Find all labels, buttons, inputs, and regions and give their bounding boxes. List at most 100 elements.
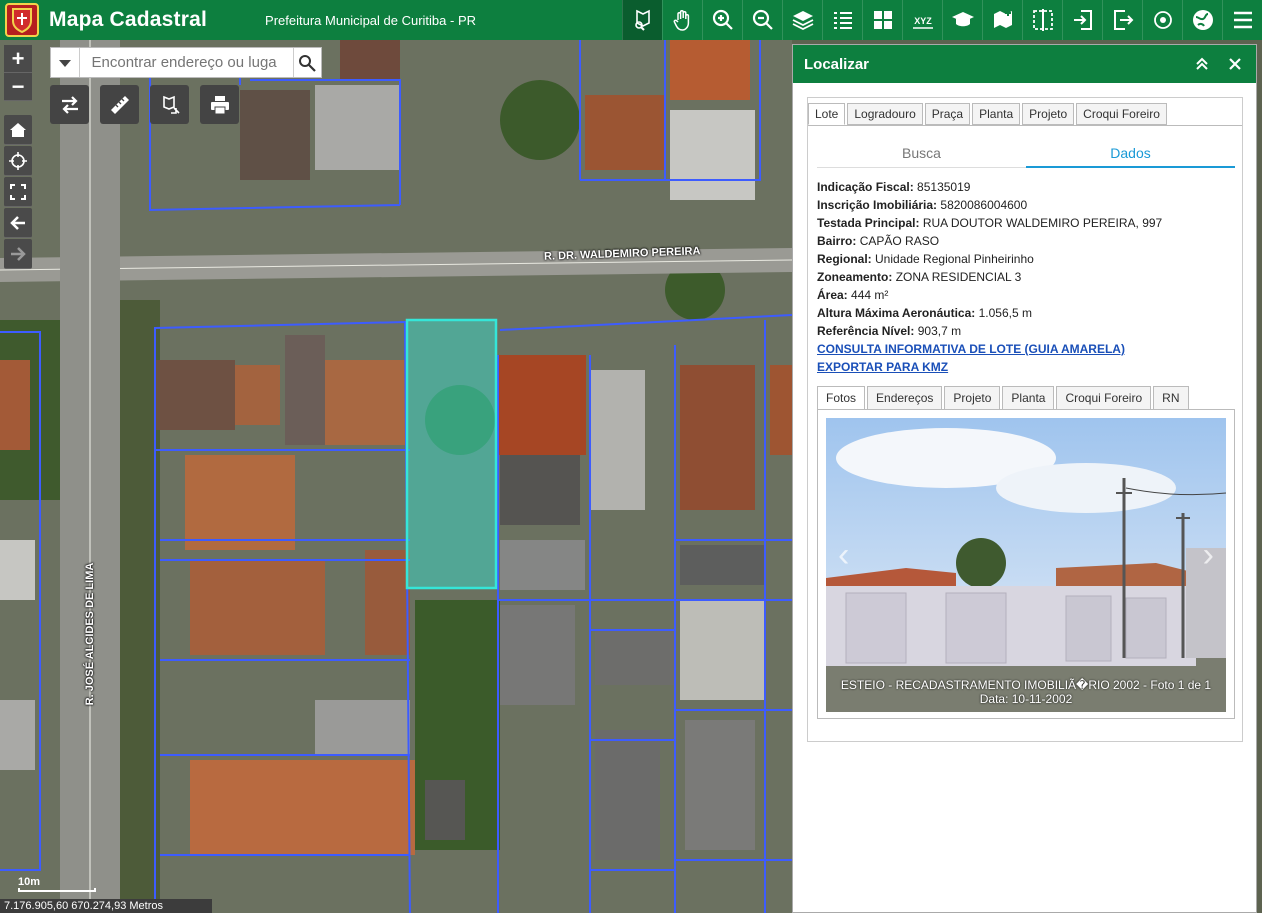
toolbar: XYZ	[622, 0, 1262, 40]
collapse-chevrons-up-icon[interactable]	[1194, 56, 1210, 72]
field-regional: Regional: Unidade Regional Pinheirinho	[817, 252, 1034, 266]
field-indicacao-fiscal: Indicação Fiscal: 85135019	[817, 180, 971, 194]
app-title: Mapa Cadastral	[49, 8, 208, 31]
xyz-coordinates-icon[interactable]: XYZ	[902, 0, 942, 40]
export-kmz-link[interactable]: EXPORTAR PARA KMZ	[817, 358, 1235, 376]
selected-parcel[interactable]	[405, 318, 498, 590]
tab-projeto[interactable]: Projeto	[1022, 103, 1075, 125]
tab-croqui-foreiro[interactable]: Croqui Foreiro	[1076, 103, 1167, 125]
tab-enderecos[interactable]: Endereços	[867, 386, 943, 410]
crosshair-icon	[9, 151, 27, 170]
sign-in-icon[interactable]	[1062, 0, 1102, 40]
localizar-panel: Localizar Lote Logradouro Praça Planta P…	[792, 44, 1257, 913]
search-input[interactable]	[79, 53, 293, 72]
pan-hand-icon[interactable]	[662, 0, 702, 40]
subtab-busca[interactable]: Busca	[817, 138, 1026, 168]
basemap-grid-icon[interactable]	[862, 0, 902, 40]
zoom-out-icon[interactable]	[742, 0, 782, 40]
printer-icon	[210, 95, 229, 114]
tab-projeto-media[interactable]: Projeto	[944, 386, 1001, 410]
property-photo: ‹ › ESTEIO - RECADASTRAMENTO IMOBILIÃ�RI…	[826, 418, 1226, 712]
zoom-controls: + −	[4, 45, 32, 101]
previous-extent-button[interactable]	[4, 208, 32, 238]
panel-header: Localizar	[793, 45, 1256, 83]
field-testada-principal: Testada Principal: RUA DOUTOR WALDEMIRO …	[817, 216, 1163, 230]
field-area: Área: 444 m²	[817, 288, 889, 302]
tab-logradouro[interactable]: Logradouro	[847, 103, 923, 125]
search-source-dropdown[interactable]	[51, 48, 80, 77]
photo-caption-title: ESTEIO - RECADASTRAMENTO IMOBILIÃ�RIO 20…	[840, 678, 1212, 692]
sign-out-icon[interactable]	[1102, 0, 1142, 40]
measure-button[interactable]	[100, 85, 139, 124]
identify-icon[interactable]	[622, 0, 662, 40]
home-button[interactable]	[4, 115, 32, 145]
print-button[interactable]	[200, 85, 239, 124]
tab-divider	[808, 125, 1242, 126]
scale-label: 10m	[18, 876, 41, 888]
tab-lote[interactable]: Lote	[808, 103, 846, 125]
identify-map-button[interactable]	[150, 85, 189, 124]
field-inscricao-imobiliaria: Inscrição Imobiliária: 5820086004600	[817, 198, 1028, 212]
fullscreen-button[interactable]	[4, 177, 32, 207]
lote-content: Busca Dados Indicação Fiscal: 85135019 I…	[817, 138, 1235, 719]
guia-amarela-link[interactable]: CONSULTA INFORMATIVA DE LOTE (GUIA AMARE…	[817, 340, 1235, 358]
menu-icon[interactable]	[1222, 0, 1262, 40]
locate-button[interactable]	[4, 146, 32, 176]
previous-photo-arrow[interactable]: ‹	[838, 536, 849, 575]
add-data-icon[interactable]	[982, 0, 1022, 40]
lote-subtabs: Busca Dados	[817, 138, 1235, 168]
coordinate-text: 7.176.905,60 670.274,93 Metros	[4, 900, 164, 912]
photo-caption: ESTEIO - RECADASTRAMENTO IMOBILIÃ�RIO 20…	[826, 678, 1226, 706]
education-cap-icon[interactable]	[942, 0, 982, 40]
next-photo-arrow[interactable]: ›	[1203, 536, 1214, 575]
address-search	[50, 47, 322, 78]
field-bairro: Bairro: CAPÃO RASO	[817, 234, 940, 248]
tab-praca[interactable]: Praça	[924, 103, 971, 125]
swap-arrows-icon	[61, 95, 78, 114]
photo-viewer: ‹ › ESTEIO - RECADASTRAMENTO IMOBILIÃ�RI…	[817, 409, 1235, 719]
photo-caption-date: Data: 10-11-2002	[979, 692, 1073, 706]
close-icon[interactable]	[1228, 57, 1242, 71]
layers-icon[interactable]	[782, 0, 822, 40]
search-button[interactable]	[292, 48, 322, 77]
panel-content: Lote Logradouro Praça Planta Projeto Cro…	[807, 97, 1243, 742]
location-target-icon[interactable]	[1142, 0, 1182, 40]
map-zoom-out-button[interactable]: −	[4, 73, 32, 101]
swap-direction-button[interactable]	[50, 85, 89, 124]
lote-details: Indicação Fiscal: 85135019 Inscrição Imo…	[817, 178, 1235, 376]
swipe-compare-icon[interactable]	[1022, 0, 1062, 40]
ruler-icon	[110, 95, 129, 114]
street-label-jose-alcides-de-lima: R. JOSÉ ALCIDES DE LIMA	[84, 562, 96, 706]
field-referencia-nivel: Referência Nível: 903,7 m	[817, 324, 962, 338]
tab-planta-media[interactable]: Planta	[1002, 386, 1055, 410]
next-extent-button[interactable]	[4, 239, 32, 269]
aerial-imagery	[0, 40, 792, 913]
navigation-controls	[4, 115, 32, 270]
search-type-tabs: Lote Logradouro Praça Planta Projeto Cro…	[808, 103, 1169, 125]
map-view[interactable]: R. DR. WALDEMIRO PEREIRA R. JOSÉ ALCIDES…	[0, 40, 792, 913]
svg-text:XYZ: XYZ	[914, 16, 932, 26]
tab-fotos[interactable]: Fotos	[817, 386, 866, 410]
home-icon	[10, 122, 26, 137]
scale-bar	[18, 888, 96, 892]
coordinate-readout: 7.176.905,60 670.274,93 Metros	[0, 899, 212, 913]
map-identify-icon	[162, 95, 180, 114]
media-tabs: Fotos Endereços Projeto Planta Croqui Fo…	[817, 386, 1235, 410]
app-subtitle: Prefeitura Municipal de Curitiba - PR	[265, 12, 477, 28]
subtab-dados[interactable]: Dados	[1026, 138, 1235, 168]
tab-croqui-foreiro-media[interactable]: Croqui Foreiro	[1056, 386, 1152, 410]
legend-list-icon[interactable]	[822, 0, 862, 40]
tab-planta[interactable]: Planta	[972, 103, 1021, 125]
map-tool-buttons	[50, 85, 239, 124]
field-zoneamento: Zoneamento: ZONA RESIDENCIAL 3	[817, 270, 1022, 284]
panel-title: Localizar	[804, 55, 870, 73]
tab-rn[interactable]: RN	[1153, 386, 1189, 410]
zoom-in-icon[interactable]	[702, 0, 742, 40]
fullscreen-icon	[10, 183, 26, 200]
map-globe-icon[interactable]	[1182, 0, 1222, 40]
field-altura-maxima: Altura Máxima Aeronáutica: 1.056,5 m	[817, 306, 1032, 320]
top-bar: Mapa Cadastral Prefeitura Municipal de C…	[0, 0, 1262, 40]
map-zoom-in-button[interactable]: +	[4, 45, 32, 73]
curitiba-coat-of-arms-logo	[5, 3, 39, 37]
arrow-right-icon	[11, 246, 26, 261]
